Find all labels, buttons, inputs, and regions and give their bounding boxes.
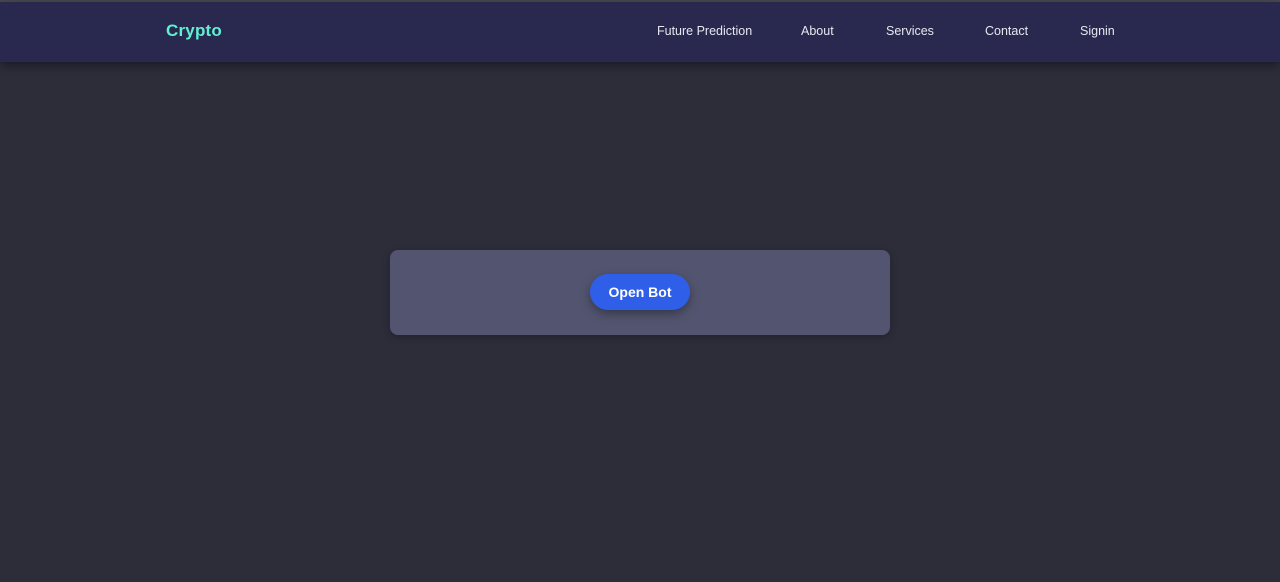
nav-link-services[interactable]: Services xyxy=(886,24,934,38)
nav-link-about[interactable]: About xyxy=(801,24,834,38)
bot-card: Open Bot xyxy=(390,250,890,335)
nav-link-contact[interactable]: Contact xyxy=(985,24,1028,38)
nav-link-future-prediction[interactable]: Future Prediction xyxy=(657,24,752,38)
nav-link-signin[interactable]: Signin xyxy=(1080,24,1115,38)
open-bot-button[interactable]: Open Bot xyxy=(590,274,690,310)
page: Crypto Future Prediction About Services … xyxy=(0,0,1280,582)
navbar: Crypto Future Prediction About Services … xyxy=(0,2,1280,62)
nav-links: Future Prediction About Services Contact… xyxy=(0,24,1280,42)
